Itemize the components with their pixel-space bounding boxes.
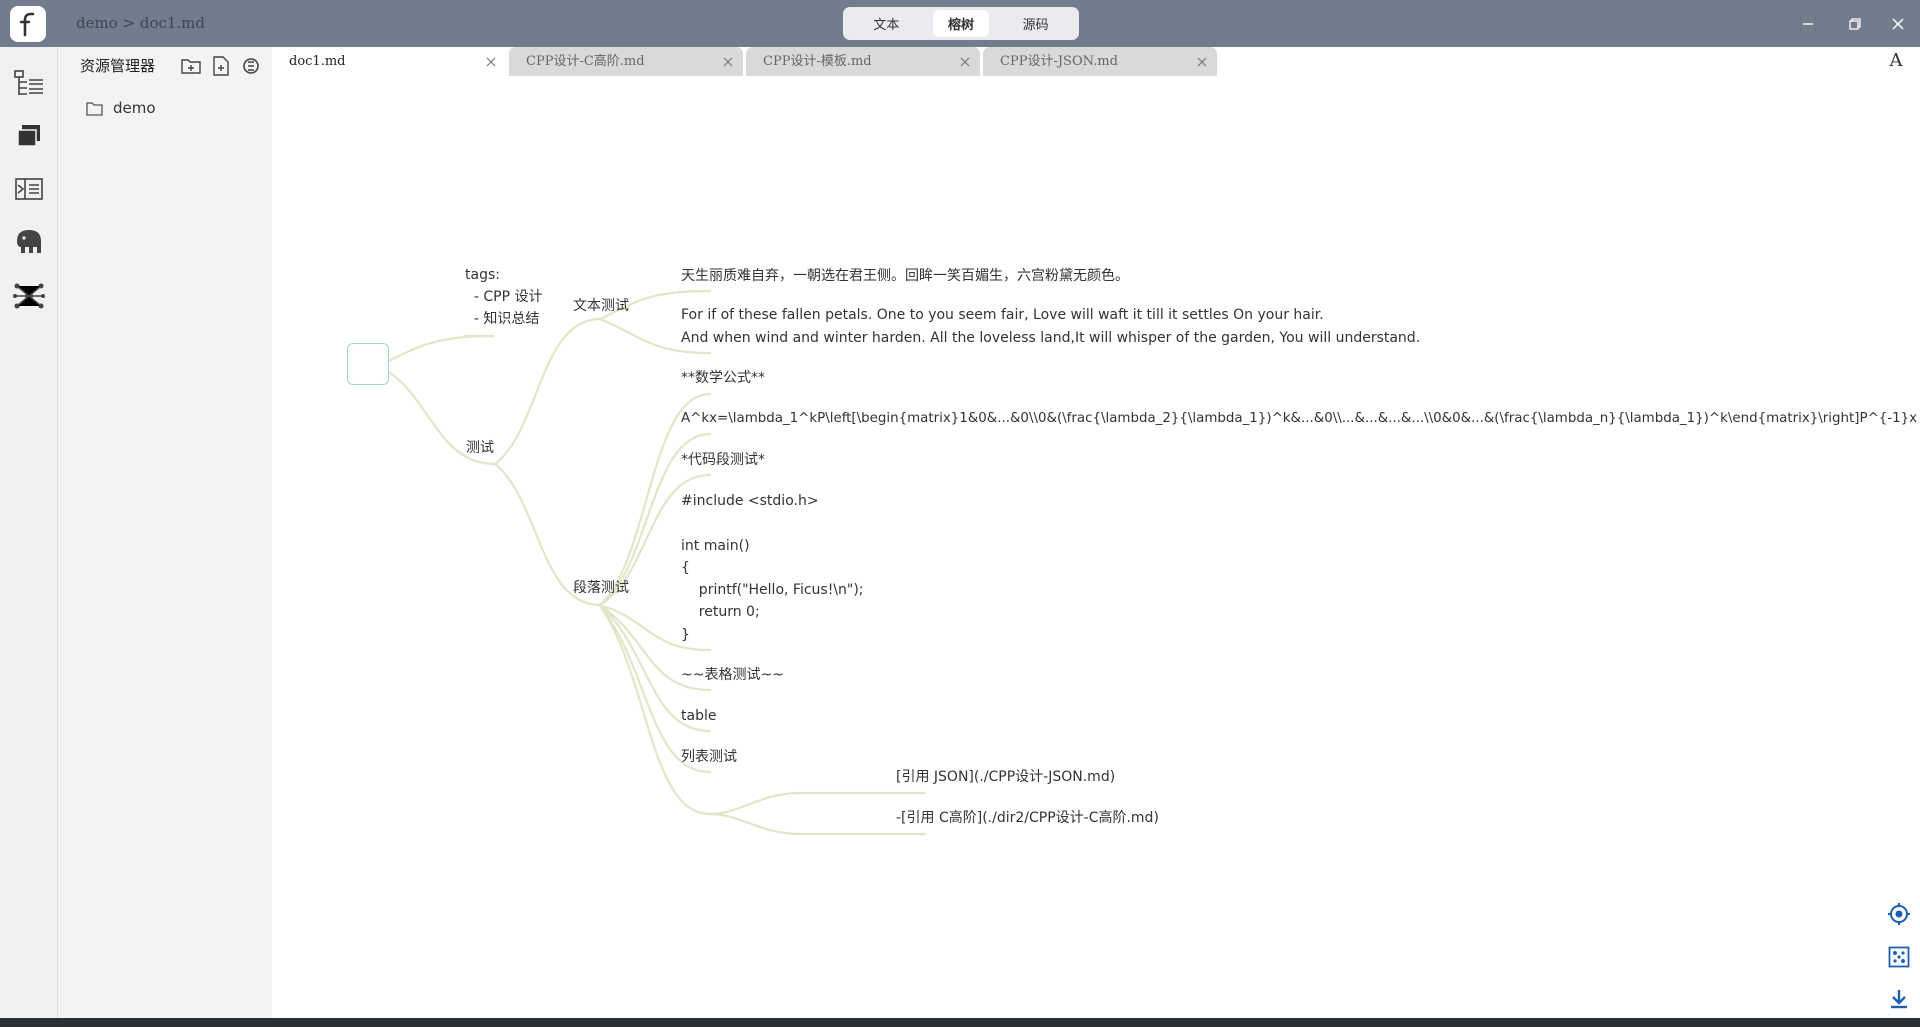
outline-tree-icon[interactable] (12, 67, 46, 101)
fit-view-icon (1888, 946, 1910, 968)
download-icon (1891, 990, 1907, 1009)
locate-file-button[interactable] (240, 55, 262, 77)
mindmap-node-ceshi[interactable]: 测试 (466, 437, 494, 459)
files-svg (17, 125, 40, 147)
new-file-button[interactable] (210, 55, 232, 77)
bottom-taskbar-strip (0, 1018, 1920, 1027)
title-bar: demo > doc1.md 文本 榕树 源码 (0, 0, 1920, 47)
graph-svg (13, 283, 45, 309)
tree-item-label: demo (113, 99, 156, 117)
locate-center-icon (1888, 903, 1910, 925)
restore-icon (1849, 18, 1861, 30)
new-file-icon (213, 56, 229, 76)
mindmap-node-text-test[interactable]: 文本测试 (573, 295, 629, 317)
elephant-icon[interactable] (12, 225, 46, 259)
mode-source-button[interactable]: 源码 (1008, 10, 1064, 37)
tab-label: CPP设计-JSON.md (1000, 54, 1118, 69)
graph-icon[interactable] (12, 279, 46, 313)
tab-cpp-template[interactable]: CPP设计-模板.md (746, 47, 980, 76)
close-window-button[interactable] (1886, 12, 1910, 36)
mindmap-node-table-title[interactable]: ~~表格测试~~ (681, 664, 784, 686)
tab-label: CPP设计-模板.md (763, 54, 872, 69)
locate-icon (243, 58, 259, 74)
files-icon[interactable] (12, 119, 46, 153)
tab-cpp-json[interactable]: CPP设计-JSON.md (983, 47, 1217, 76)
close-tab-icon[interactable] (721, 47, 735, 76)
new-folder-button[interactable] (180, 55, 202, 77)
ficus-logo-icon (19, 12, 35, 37)
close-icon (1892, 18, 1904, 30)
mindmap-root-node[interactable] (347, 343, 389, 385)
mindmap-node-table[interactable]: table (681, 705, 716, 727)
mode-text-button[interactable]: 文本 (858, 10, 914, 37)
mindmap-node-list-title[interactable]: 列表测试 (681, 746, 737, 768)
center-view-button[interactable] (1886, 901, 1912, 927)
preview-svg (15, 178, 43, 200)
mode-tree-button[interactable]: 榕树 (932, 10, 989, 37)
minimize-icon (1803, 23, 1813, 25)
download-button[interactable] (1886, 986, 1912, 1012)
tab-doc1[interactable]: doc1.md (272, 47, 506, 76)
mindmap-node-english[interactable]: For if of these fallen petals. One to yo… (681, 304, 1420, 350)
close-tab-icon[interactable] (1195, 47, 1209, 76)
fit-view-button[interactable] (1886, 944, 1912, 970)
tree-item-demo[interactable]: demo (86, 97, 156, 119)
tab-bar: doc1.md CPP设计-C高阶.md CPP设计-模板.md CPP设计-J… (272, 47, 1920, 76)
app-logo[interactable] (10, 6, 46, 42)
elephant-svg (17, 230, 41, 253)
mindmap-node-ref-c-advanced[interactable]: -[引用 C高阶](./dir2/CPP设计-C高阶.md) (896, 807, 1159, 829)
mindmap-node-code-title[interactable]: *代码段测试* (681, 449, 765, 471)
breadcrumb: demo > doc1.md (76, 14, 206, 32)
mindmap-node-paragraph-test[interactable]: 段落测试 (573, 577, 629, 599)
explorer-title: 资源管理器 (80, 57, 156, 75)
mindmap-node-poem[interactable]: 天生丽质难自弃，一朝选在君王侧。回眸一笑百媚生，六宫粉黛无颜色。 (681, 265, 1129, 287)
mindmap-node-formula[interactable]: A^kx=\lambda_1^kP\left[\begin{matrix}1&0… (681, 408, 1917, 430)
close-tab-icon[interactable] (484, 47, 498, 76)
preview-icon[interactable] (12, 172, 46, 206)
mindmap-node-ref-json[interactable]: [引用 JSON](./CPP设计-JSON.md) (896, 766, 1115, 788)
mindmap-node-tags[interactable]: tags: - CPP 设计 - 知识总结 (465, 264, 543, 330)
mindmap-branches (387, 289, 927, 836)
tab-label: doc1.md (289, 54, 346, 69)
minimize-button[interactable] (1796, 12, 1820, 36)
close-tab-icon[interactable] (958, 47, 972, 76)
new-folder-icon (181, 59, 201, 74)
mode-switch: 文本 榕树 源码 (843, 7, 1079, 40)
mindmap-node-code[interactable]: #include <stdio.h> int main() { printf("… (681, 490, 864, 646)
outline-tree-svg (14, 70, 43, 95)
tab-label: CPP设计-C高阶.md (526, 54, 645, 69)
restore-button[interactable] (1843, 12, 1867, 36)
activity-bar (0, 47, 58, 1027)
folder-icon (86, 101, 103, 116)
explorer-sidebar: 资源管理器 demo (58, 47, 272, 1027)
mindmap-node-math-title[interactable]: **数学公式** (681, 367, 765, 389)
font-settings-button[interactable]: A (1884, 50, 1908, 74)
tab-cpp-advanced[interactable]: CPP设计-C高阶.md (509, 47, 743, 76)
